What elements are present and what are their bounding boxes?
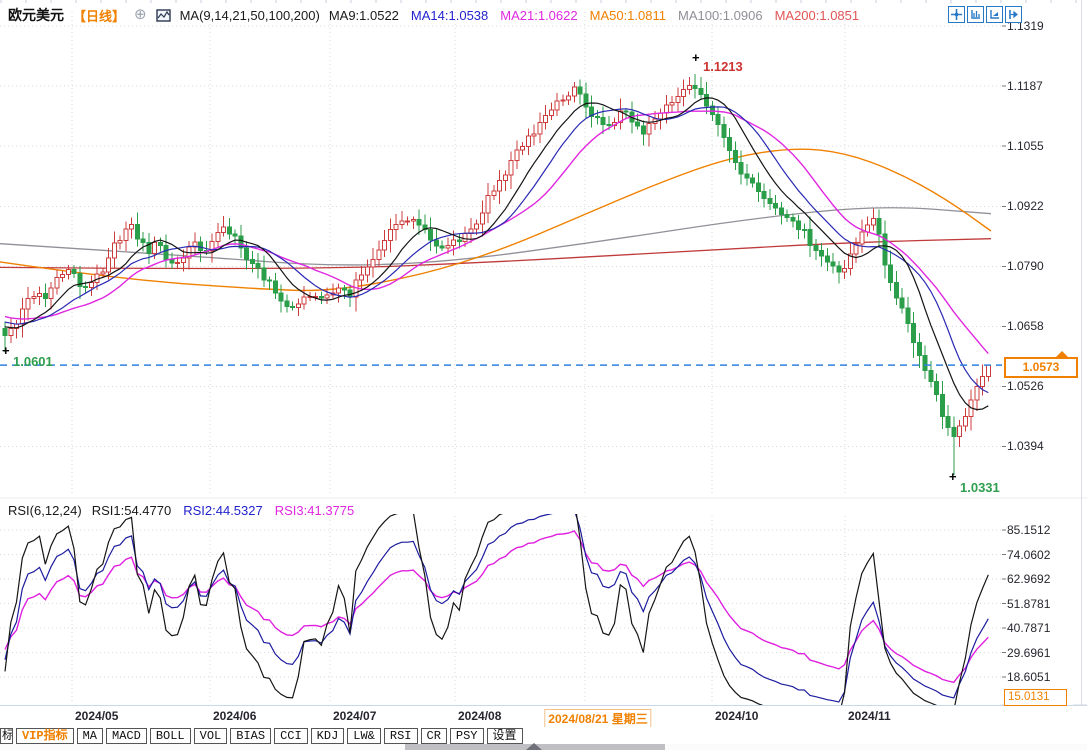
price-axis-label: 1.0922 [1007,199,1044,213]
low-price-annotation: 1.0331 [960,480,1000,495]
time-axis-label: 2024/08 [458,709,501,723]
time-axis-label: 2024/07 [333,709,376,723]
tab-设置[interactable]: 设置 [487,728,523,744]
tab-BIAS[interactable]: BIAS [230,728,271,744]
rsi-header: RSI(6,12,24) RSI1:54.4770RSI2:44.5327RSI… [8,503,354,518]
candlestick-chart-icon[interactable] [156,8,171,23]
rsi-axis-label: 18.6051 [1007,670,1050,684]
axis-play-icon[interactable] [986,6,1003,23]
indicator-tab-bar: 标VIP指标MAMACDBOLLVOLBIASCCIKDJLW&RSICRPSY… [0,727,1087,745]
tab-KDJ[interactable]: KDJ [311,728,345,744]
time-axis-label: 2024/11 [848,709,891,723]
rsi-axis-label: 62.9692 [1007,572,1050,586]
tab-CR[interactable]: CR [421,728,447,744]
high-marker-icon: + [692,53,700,63]
tab-BOLL[interactable]: BOLL [150,728,191,744]
rsi-axis-label: 40.7871 [1007,621,1050,635]
chart-header: 欧元美元 【日线】 ⊕ MA(9,14,21,50,100,200) MA9:1… [8,5,859,25]
rsi-value-label: RSI2:44.5327 [183,503,263,518]
tab-RSI[interactable]: RSI [384,728,418,744]
tab-MACD[interactable]: MACD [106,728,147,744]
bottom-scrollbar[interactable] [0,744,1087,750]
rsi-axis-label: 29.6961 [1007,646,1050,660]
left-low-marker-icon: + [2,346,10,356]
rsi-value-label: RSI1:54.4770 [92,503,172,518]
gridlines [0,12,1002,704]
ma-value-label: MA14:1.0538 [411,8,488,23]
circle-plus-icon[interactable]: ⊕ [134,8,147,22]
rsi-axis-label: 74.0602 [1007,548,1050,562]
price-axis-label: 1.0526 [1007,379,1044,393]
ma-values: MA9:1.0522 MA14:1.0538 MA21:1.0622 MA50:1.0… [329,8,859,23]
tab-VOL[interactable]: VOL [194,728,228,744]
rsi-axis-label: 51.8781 [1007,597,1050,611]
window-right-edge [1081,0,1082,750]
ma-value-label: MA21:1.0622 [500,8,577,23]
left-low-annotation: 1.0601 [13,354,53,369]
rsi-values: RSI1:54.4770 RSI2:44.5327 RSI3:41.3775 [92,503,355,518]
rsi-axis-label: 85.1512 [1007,523,1050,537]
rsi-value-label: RSI3:41.3775 [275,503,355,518]
candles-layer [3,74,990,475]
price-axis-label: 1.1055 [1007,139,1044,153]
time-axis-selected-date[interactable]: 2024/08/21 星期三 [544,709,651,728]
price-axis-label: 1.1187 [1007,79,1043,93]
time-axis: 2024/05 2024/06 2024/07 2024/08 2024/08/21 星… [0,705,1087,728]
ma-group-label: MA(9,14,21,50,100,200) [180,8,320,23]
time-axis-label: 2024/06 [213,709,256,723]
current-price-arrow-base [1059,357,1065,359]
current-price-badge: 1.0573 [1004,357,1078,378]
rsi-current-badge: 15.0131 [1004,689,1067,706]
tab-LW&[interactable]: LW& [347,728,381,744]
price-chart-canvas[interactable] [0,0,1087,750]
ma-value-label: MA200:1.0851 [775,8,860,23]
rsi-title: RSI(6,12,24) [8,503,82,518]
period-label: 【日线】 [73,6,125,25]
crosshair-icon[interactable] [948,6,965,23]
time-axis-label: 2024/05 [75,709,118,723]
tab-MA[interactable]: MA [77,728,103,744]
tab-标[interactable]: 标 [0,728,13,744]
ma-value-label: MA9:1.0522 [329,8,399,23]
axis-fit-icon[interactable] [967,6,984,23]
ma-value-label: MA50:1.0811 [590,8,666,23]
time-axis-label: 2024/10 [715,709,758,723]
price-axis-label: 1.0658 [1007,319,1044,333]
panel-grip-icon[interactable] [526,743,542,750]
high-price-annotation: 1.1213 [703,59,743,74]
tab-VIP指标[interactable]: VIP指标 [16,728,74,744]
tab-CCI[interactable]: CCI [274,728,308,744]
price-axis-label: 1.0394 [1007,439,1044,453]
chart-toolbar [948,6,1022,23]
pan-right-icon[interactable] [1005,6,1022,23]
tab-PSY[interactable]: PSY [450,728,484,744]
low-marker-icon: + [949,472,957,482]
symbol-name: 欧元美元 [8,5,64,25]
trading-chart-window: 欧元美元 【日线】 ⊕ MA(9,14,21,50,100,200) MA9:1… [0,0,1087,750]
price-axis-label: 1.0790 [1007,259,1044,273]
ma-value-label: MA100:1.0906 [678,8,763,23]
